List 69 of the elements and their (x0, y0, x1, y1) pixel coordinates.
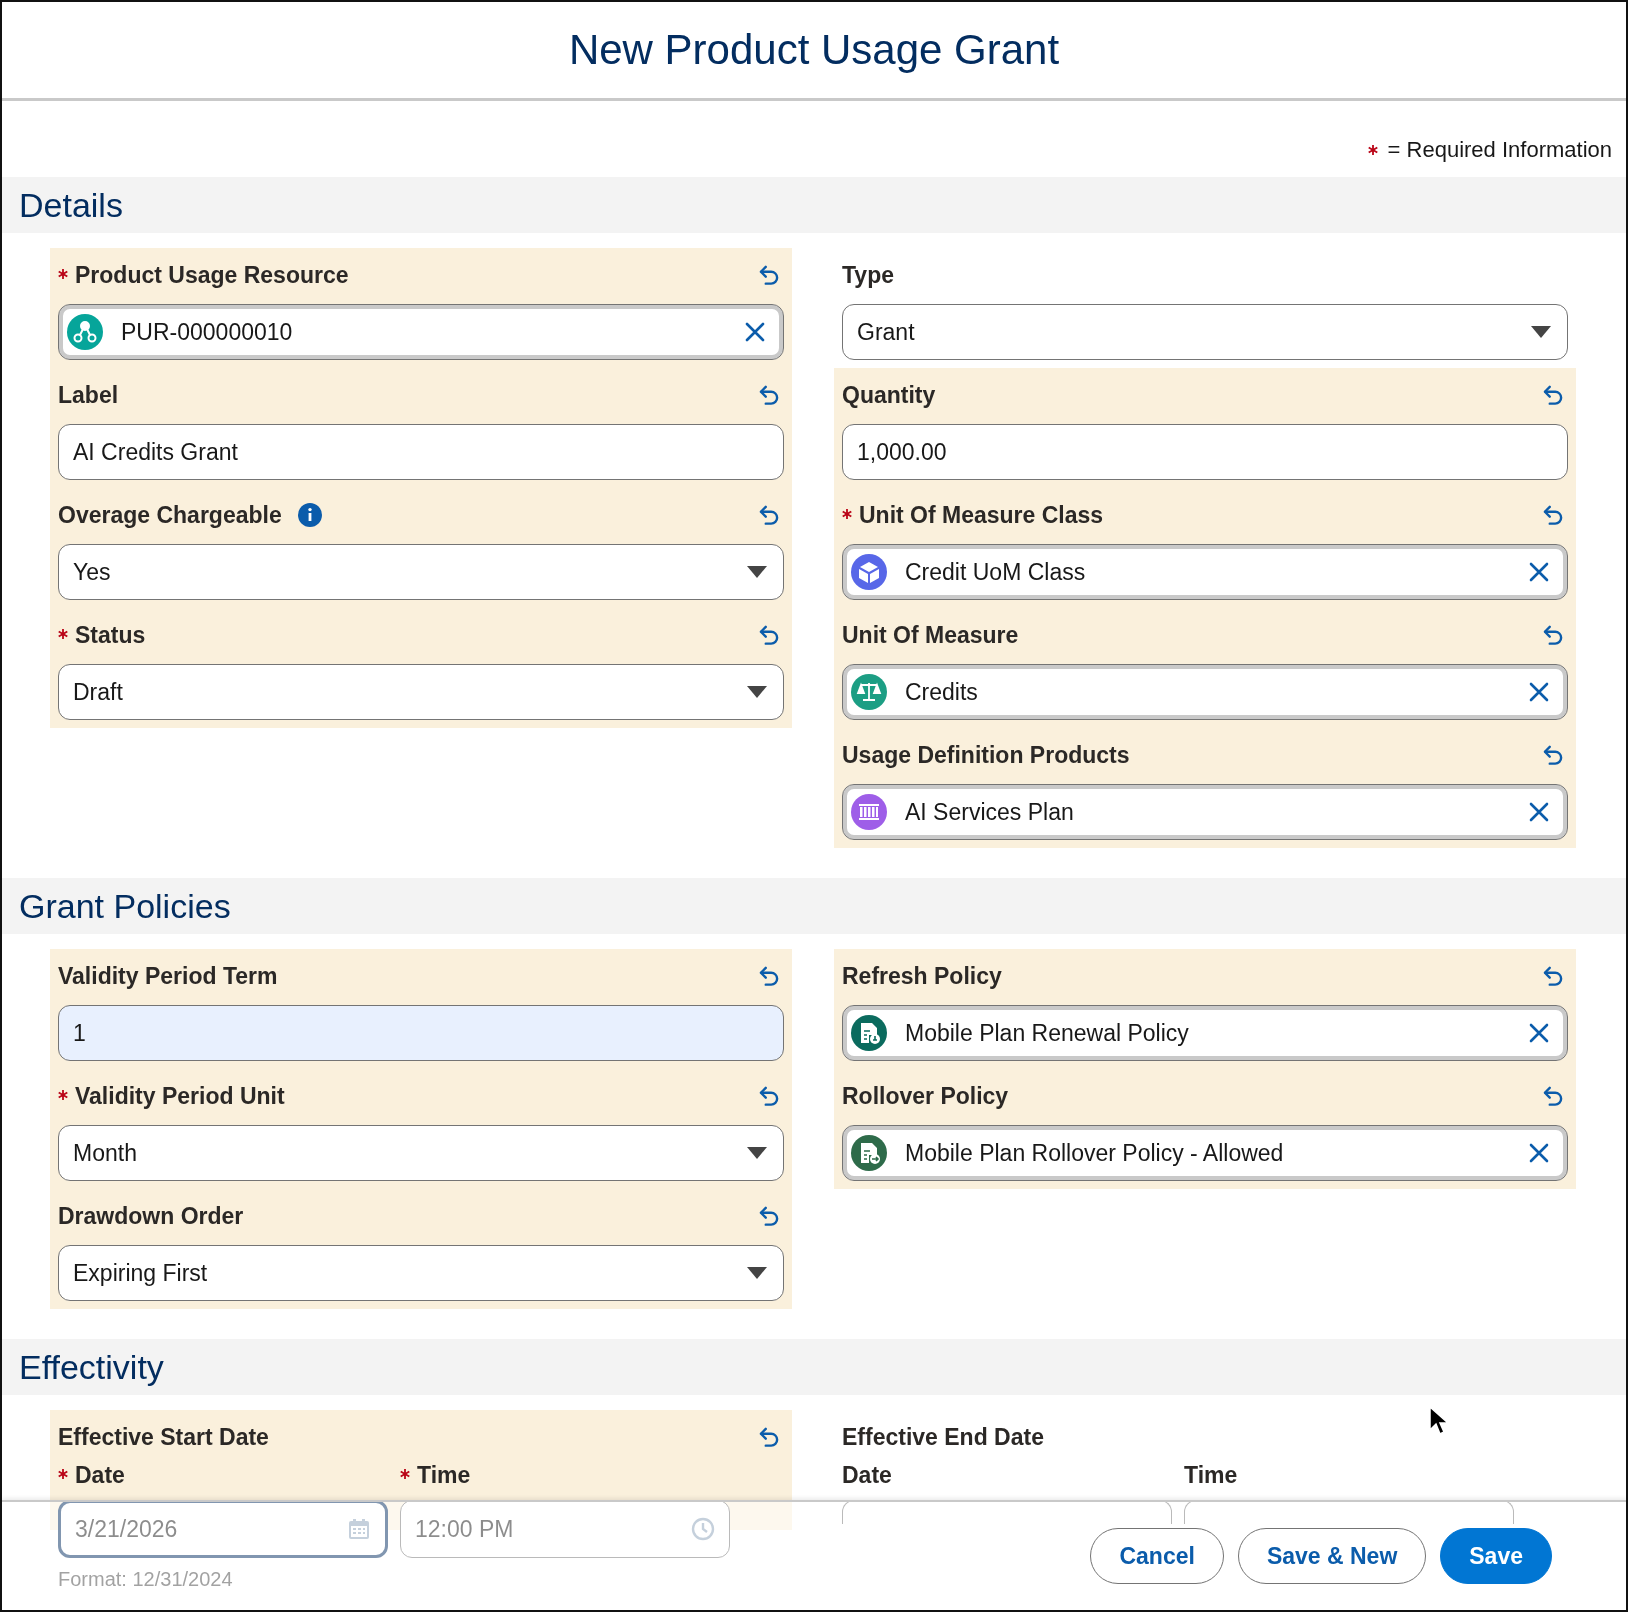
caret-icon (747, 1147, 767, 1159)
dropdown-value: Month (73, 1139, 138, 1167)
required-icon (1367, 145, 1378, 155)
input-value: 12:00 PM (415, 1515, 514, 1543)
input-value: 1 (73, 1019, 86, 1047)
format-hint: Format: 12/31/2024 (58, 1568, 234, 1591)
dropdown-value: Grant (857, 318, 916, 346)
lookup-value: PUR-000000010 (121, 318, 294, 346)
lookup-value: AI Services Plan (905, 798, 1075, 826)
info-icon[interactable] (297, 503, 322, 527)
lookup-field[interactable]: Credit UoM Class (842, 544, 1568, 600)
footer-button[interactable]: Cancel (1090, 1528, 1224, 1584)
field-label: Effective Start Date (58, 1423, 269, 1451)
input-value: 3/21/2026 (75, 1515, 178, 1543)
cursor-icon (1428, 1406, 1448, 1436)
section-title: Grant Policies (19, 886, 231, 926)
lookup-field[interactable]: Mobile Plan Renewal Policy (842, 1005, 1568, 1061)
input-value: AI Credits Grant (73, 438, 238, 466)
field-label: Effective End Date (842, 1423, 1044, 1451)
dropdown-field[interactable]: Expiring First (58, 1245, 784, 1301)
dropdown-value: Expiring First (73, 1259, 209, 1287)
field-label: Date (842, 1461, 892, 1489)
lookup-field[interactable]: Credits (842, 664, 1568, 720)
caret-icon (747, 686, 767, 698)
section-title: Details (19, 185, 123, 225)
input-field[interactable]: 1,000.00 (842, 424, 1568, 480)
date-field[interactable] (842, 1500, 1172, 1524)
close-icon[interactable] (1529, 1143, 1549, 1163)
section-title: Effectivity (19, 1347, 164, 1387)
save-button[interactable]: Save (1440, 1528, 1552, 1584)
field-label: Unit Of Measure (842, 621, 1019, 649)
dropdown-value: Yes (73, 558, 112, 586)
field-label: Drawdown Order (58, 1202, 244, 1230)
field-label: Usage Definition Products (842, 741, 1130, 769)
lookup-field[interactable]: AI Services Plan (842, 784, 1568, 840)
footer-button[interactable]: Save & New (1237, 1528, 1427, 1584)
close-icon[interactable] (1529, 562, 1549, 582)
caret-icon (1531, 326, 1551, 338)
lookup-value: Credit UoM Class (905, 558, 1087, 586)
input-value: 1,000.00 (857, 438, 947, 466)
close-icon[interactable] (1529, 1023, 1549, 1043)
dropdown-field[interactable]: Month (58, 1125, 784, 1181)
lookup-field[interactable]: Mobile Plan Rollover Policy - Allowed (842, 1125, 1568, 1181)
close-icon[interactable] (1529, 802, 1549, 822)
field-label: Overage Chargeable (58, 501, 282, 529)
dropdown-value: Draft (73, 678, 124, 706)
field-label: Time (1184, 1461, 1238, 1489)
lookup-value: Mobile Plan Renewal Policy (905, 1019, 1190, 1047)
field-label: Label (58, 381, 119, 409)
field-label: Quantity (842, 381, 936, 409)
input-field[interactable]: 1 (58, 1005, 784, 1061)
input-field[interactable]: AI Credits Grant (58, 424, 784, 480)
field-label: Refresh Policy (842, 962, 1002, 990)
required-legend: = Required Information (1387, 137, 1612, 163)
dropdown-field[interactable]: Draft (58, 664, 784, 720)
close-icon[interactable] (745, 322, 765, 342)
field-label: Rollover Policy (842, 1082, 1009, 1110)
dropdown-field[interactable]: Yes (58, 544, 784, 600)
caret-icon (747, 566, 767, 578)
field-label: Type (842, 261, 894, 289)
close-icon[interactable] (1529, 682, 1549, 702)
time-field[interactable] (1184, 1500, 1514, 1524)
field-label: Validity Period Term (58, 962, 278, 990)
lookup-field[interactable]: PUR-000000010 (58, 304, 784, 360)
lookup-value: Mobile Plan Rollover Policy - Allowed (905, 1139, 1285, 1167)
modal-title: New Product Usage Grant (568, 26, 1060, 74)
dropdown-field[interactable]: Grant (842, 304, 1568, 360)
lookup-value: Credits (905, 678, 979, 706)
caret-icon (747, 1267, 767, 1279)
